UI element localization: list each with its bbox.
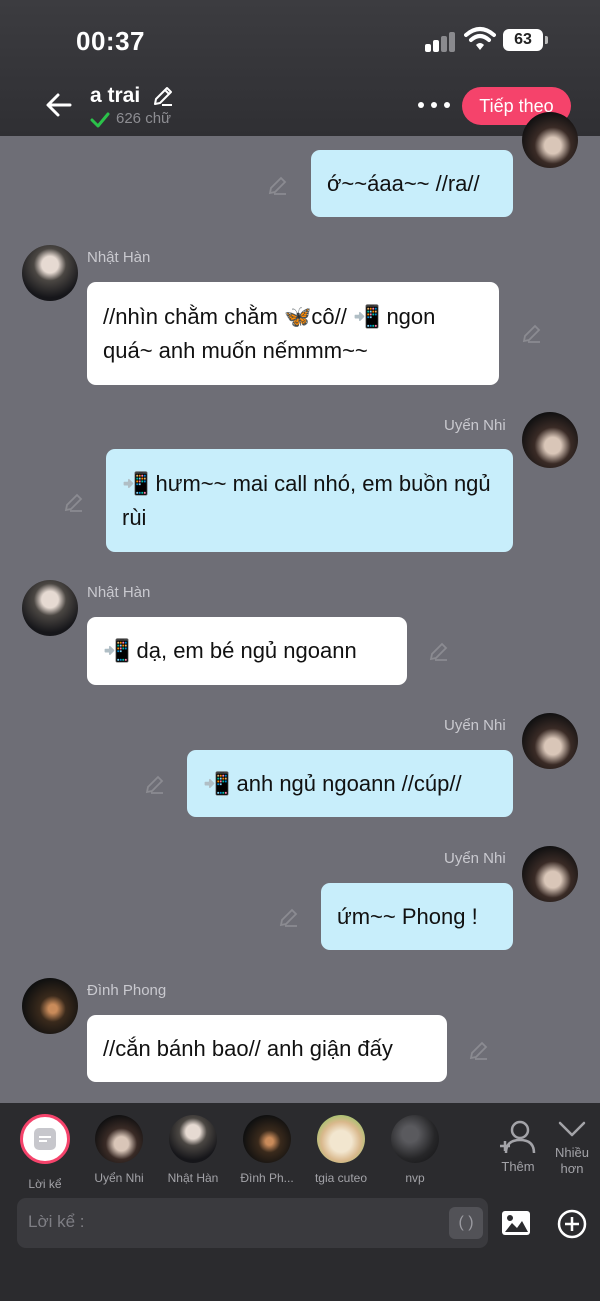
message-input-placeholder: Lời kể : [28,1212,85,1231]
uyen-nhi-avatar [95,1115,143,1163]
back-arrow-icon[interactable] [42,88,76,122]
message-bubble[interactable]: 📲 anh ngủ ngoann //cúp// [187,750,513,817]
dinh-phong-avatar[interactable] [22,978,78,1034]
sender-name: Uyển Nhi [444,717,506,734]
add-character-label: Thêm [501,1159,535,1174]
add-person-icon [500,1120,536,1154]
character-tgia-cuteo[interactable]: tgia cuteo [303,1115,379,1185]
image-icon[interactable] [500,1208,532,1238]
character-uyen-nhi[interactable]: Uyển Nhi [81,1115,157,1185]
battery-icon: 63 [503,29,543,51]
cellular-signal-icon [425,30,457,52]
edit-title-icon[interactable] [150,83,176,109]
nhat-han-avatar [169,1115,217,1163]
bracket-button[interactable]: ( ) [449,1207,483,1239]
message-bubble[interactable]: ớ~~áaa~~ //ra// [311,150,513,217]
character-dinh-phong[interactable]: Đình Ph... [229,1115,305,1185]
narrator-icon[interactable] [20,1114,70,1164]
character-label: Nhật Hàn [167,1171,219,1185]
uyen-nhi-avatar[interactable] [522,412,578,468]
sender-name: Uyển Nhi [444,850,506,867]
character-nhat-han[interactable]: Nhật Hàn [155,1115,231,1185]
add-plus-icon[interactable] [556,1208,588,1240]
word-count: 626 chữ [116,110,172,127]
edit-message-icon[interactable] [277,905,301,929]
character-label: Đình Ph... [240,1171,294,1185]
nvp-avatar [391,1115,439,1163]
character-label: tgia cuteo [314,1171,368,1185]
edit-message-icon[interactable] [467,1038,491,1062]
sender-name: Nhật Hàn [87,249,151,266]
more-characters-button[interactable]: Nhiều hơn [548,1118,596,1177]
more-label-line-1: Nhiều [555,1145,589,1160]
sender-name: Uyển Nhi [444,417,506,434]
character-label: Uyển Nhi [94,1171,144,1185]
more-options-icon[interactable] [418,98,452,112]
character-narrator[interactable]: Lời kể [7,1169,83,1191]
character-label: nvp [405,1171,425,1185]
battery-tip [545,36,548,44]
message-bubble[interactable]: //nhìn chằm chằm 🦋cô// 📲 ngon quá~ anh m… [87,282,499,385]
message-bubble[interactable]: 📲 hưm~~ mai call nhó, em buồn ngủ rùi [106,449,513,552]
uyen-nhi-avatar[interactable] [522,713,578,769]
character-nvp[interactable]: nvp [377,1115,453,1185]
nhat-han-avatar[interactable] [22,580,78,636]
edit-message-icon[interactable] [427,639,451,663]
edit-message-icon[interactable] [62,490,86,514]
edit-message-icon[interactable] [143,772,167,796]
more-label-line-2: hơn [560,1161,584,1176]
sender-name: Nhật Hàn [87,584,151,601]
status-time: 00:37 [76,26,145,56]
chat-title: a trai [90,84,141,107]
uyen-nhi-avatar[interactable] [522,112,578,168]
cat-avatar [317,1115,365,1163]
message-input[interactable] [17,1198,488,1248]
message-bubble[interactable]: //cắn bánh bao// anh giận đấy [87,1015,447,1082]
edit-message-icon[interactable] [266,173,290,197]
edit-message-icon[interactable] [520,321,544,345]
uyen-nhi-avatar[interactable] [522,846,578,902]
chevron-down-icon [558,1121,586,1137]
sender-name: Đình Phong [87,982,167,999]
wifi-icon [464,27,496,50]
dinh-phong-avatar [243,1115,291,1163]
character-label: Lời kể [28,1177,62,1191]
message-bubble[interactable]: ứm~~ Phong ! [321,883,513,950]
nhat-han-avatar[interactable] [22,245,78,301]
check-icon [90,112,110,128]
add-character-button[interactable]: Thêm [496,1120,540,1175]
message-bubble[interactable]: 📲 dạ, em bé ngủ ngoann [87,617,407,685]
